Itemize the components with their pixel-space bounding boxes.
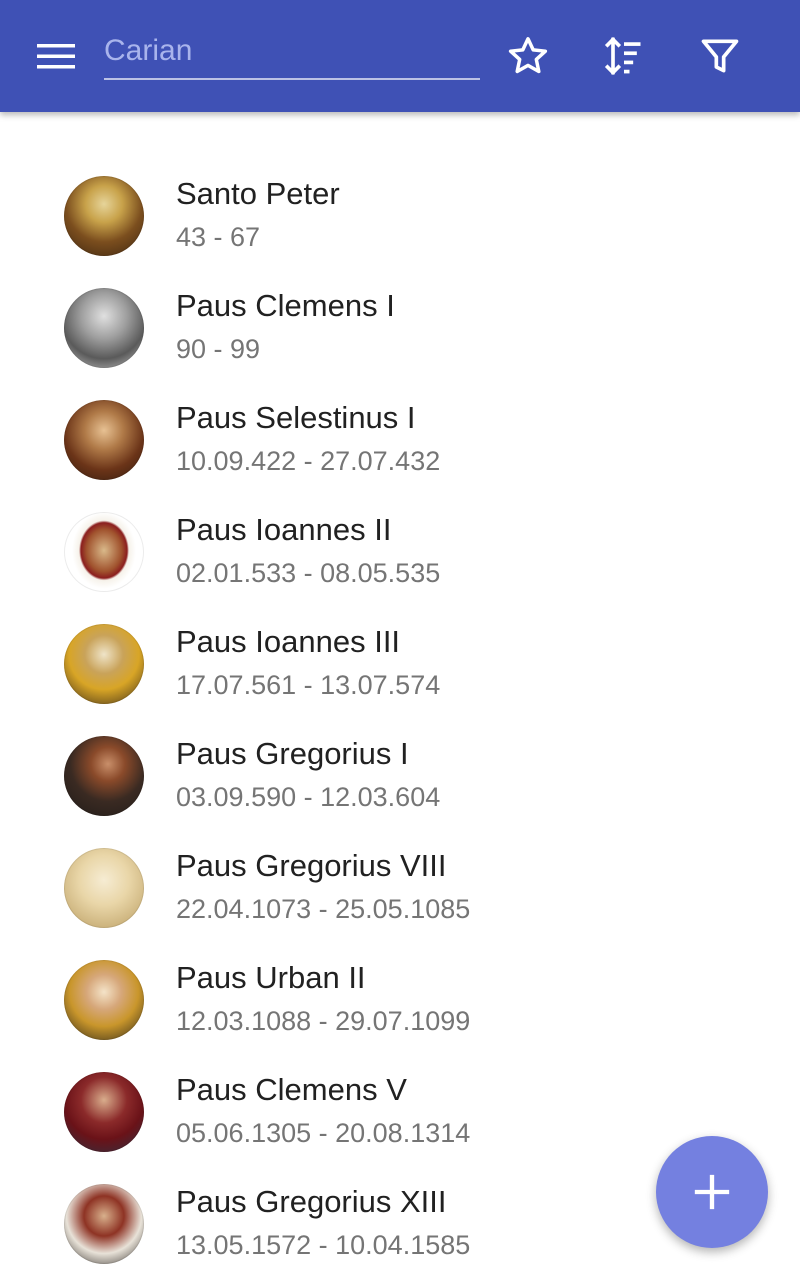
pope-dates: 05.06.1305 - 20.08.1314 [176,1118,471,1148]
avatar [64,1072,144,1152]
avatar [64,736,144,816]
search-field [104,24,480,82]
pope-name: Paus Gregorius VIII [176,848,447,883]
app-bar [0,0,800,112]
list-item[interactable]: Santo Peter 43 - 67 [0,160,800,272]
sort-button[interactable] [596,28,652,84]
list-item[interactable]: Paus Ioannes II 02.01.533 - 08.05.535 [0,496,800,608]
pope-name: Paus Ioannes II [176,512,392,547]
sort-icon [604,36,641,76]
search-input[interactable] [104,24,480,80]
pope-dates: 02.01.533 - 08.05.535 [176,558,441,588]
filter-icon [701,39,739,73]
pope-dates: 90 - 99 [176,334,261,364]
list-item[interactable]: Paus Gregorius I 03.09.590 - 12.03.604 [0,720,800,832]
pope-dates: 17.07.561 - 13.07.574 [176,670,441,700]
list-item[interactable]: Paus Urban II 12.03.1088 - 29.07.1099 [0,944,800,1056]
pope-dates: 03.09.590 - 12.03.604 [176,782,441,812]
menu-button[interactable] [20,32,92,80]
filter-button[interactable] [692,28,748,84]
plus-icon [694,1174,730,1210]
avatar [64,1184,144,1264]
menu-icon [37,44,75,69]
avatar [64,176,144,256]
pope-name: Paus Selestinus I [176,400,416,435]
pope-name: Paus Gregorius XIII [176,1184,447,1219]
pope-name: Paus Clemens V [176,1072,407,1107]
list-item[interactable]: Paus Selestinus I 10.09.422 - 27.07.432 [0,384,800,496]
pope-dates: 22.04.1073 - 25.05.1085 [176,894,471,924]
list-item[interactable]: Paus Gregorius VIII 22.04.1073 - 25.05.1… [0,832,800,944]
pope-name: Paus Ioannes III [176,624,401,659]
avatar [64,400,144,480]
avatar [64,512,144,592]
add-button[interactable] [656,1136,768,1248]
avatar [64,960,144,1040]
pope-dates: 10.09.422 - 27.07.432 [176,446,441,476]
list-item[interactable]: Paus Ioannes III 17.07.561 - 13.07.574 [0,608,800,720]
pope-dates: 12.03.1088 - 29.07.1099 [176,1006,471,1036]
pope-dates: 13.05.1572 - 10.04.1585 [176,1230,471,1260]
pope-dates: 43 - 67 [176,222,261,252]
avatar [64,288,144,368]
pope-name: Santo Peter [176,176,340,211]
pope-name: Paus Clemens I [176,288,395,323]
pope-list: Santo Peter 43 - 67 Paus Clemens I 90 - … [0,160,800,1280]
favorites-button[interactable] [500,28,556,84]
avatar [64,848,144,928]
star-outline-icon [508,37,548,74]
pope-name: Paus Gregorius I [176,736,409,771]
avatar [64,624,144,704]
pope-name: Paus Urban II [176,960,366,995]
list-item[interactable]: Paus Clemens I 90 - 99 [0,272,800,384]
